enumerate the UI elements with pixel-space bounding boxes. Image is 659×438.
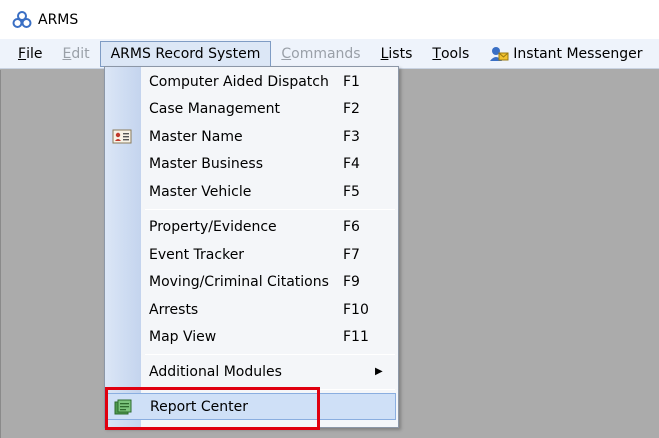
menu-separator: [145, 209, 395, 210]
menu-item-event-tracker[interactable]: Event Tracker F7: [105, 241, 398, 268]
menu-arms-record-system[interactable]: ARMS Record System: [99, 40, 272, 67]
menu-tools[interactable]: Tools: [422, 41, 479, 67]
menu-separator: [145, 389, 395, 390]
arms-record-system-dropdown: Computer Aided Dispatch F1 Case Manageme…: [104, 66, 399, 428]
menu-item-additional-modules[interactable]: Additional Modules ▶: [105, 358, 398, 385]
submenu-arrow-icon: ▶: [375, 366, 383, 377]
menu-lists[interactable]: Lists: [371, 41, 423, 67]
title-bar: ARMS: [0, 0, 659, 39]
report-center-icon: [113, 399, 133, 416]
id-card-icon: [112, 128, 132, 145]
menu-commands[interactable]: Commands: [271, 41, 370, 67]
arms-logo-icon: [12, 10, 32, 30]
menu-item-report-center[interactable]: Report Center: [107, 393, 396, 420]
menu-item-property-evidence[interactable]: Property/Evidence F6: [105, 213, 398, 240]
menu-separator: [145, 354, 395, 355]
menu-item-map-view[interactable]: Map View F11: [105, 323, 398, 350]
menu-item-master-name[interactable]: Master Name F3: [105, 123, 398, 150]
menu-bar: File Edit ARMS Record System Commands Li…: [0, 39, 659, 69]
messenger-icon: [489, 45, 509, 63]
menu-item-case-management[interactable]: Case Management F2: [105, 95, 398, 122]
menu-edit[interactable]: Edit: [52, 41, 99, 67]
menu-item-master-business[interactable]: Master Business F4: [105, 150, 398, 177]
menu-item-arrests[interactable]: Arrests F10: [105, 296, 398, 323]
menu-file[interactable]: File: [8, 41, 52, 67]
menu-item-computer-aided-dispatch[interactable]: Computer Aided Dispatch F1: [105, 68, 398, 95]
window-title: ARMS: [38, 11, 79, 28]
menu-item-master-vehicle[interactable]: Master Vehicle F5: [105, 178, 398, 205]
menu-item-moving-criminal-citations[interactable]: Moving/Criminal Citations F9: [105, 268, 398, 295]
menu-instant-messenger[interactable]: Instant Messenger: [479, 41, 652, 67]
